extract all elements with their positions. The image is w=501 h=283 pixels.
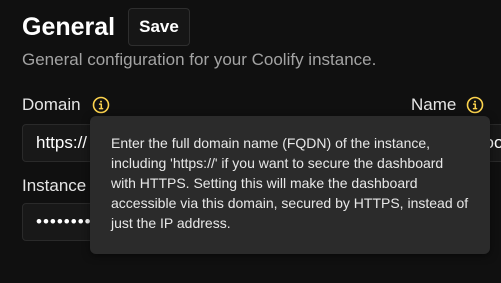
name-info-icon[interactable] xyxy=(466,96,484,114)
domain-tooltip: Enter the full domain name (FQDN) of the… xyxy=(90,116,490,254)
domain-info-icon[interactable] xyxy=(92,96,110,114)
name-label: Name xyxy=(411,95,457,114)
save-button[interactable]: Save xyxy=(128,8,190,46)
page-subtitle: General configuration for your Coolify i… xyxy=(22,50,377,69)
domain-label: Domain xyxy=(22,95,81,114)
instance-label: Instance xyxy=(22,176,87,195)
page-title: General xyxy=(22,13,116,41)
